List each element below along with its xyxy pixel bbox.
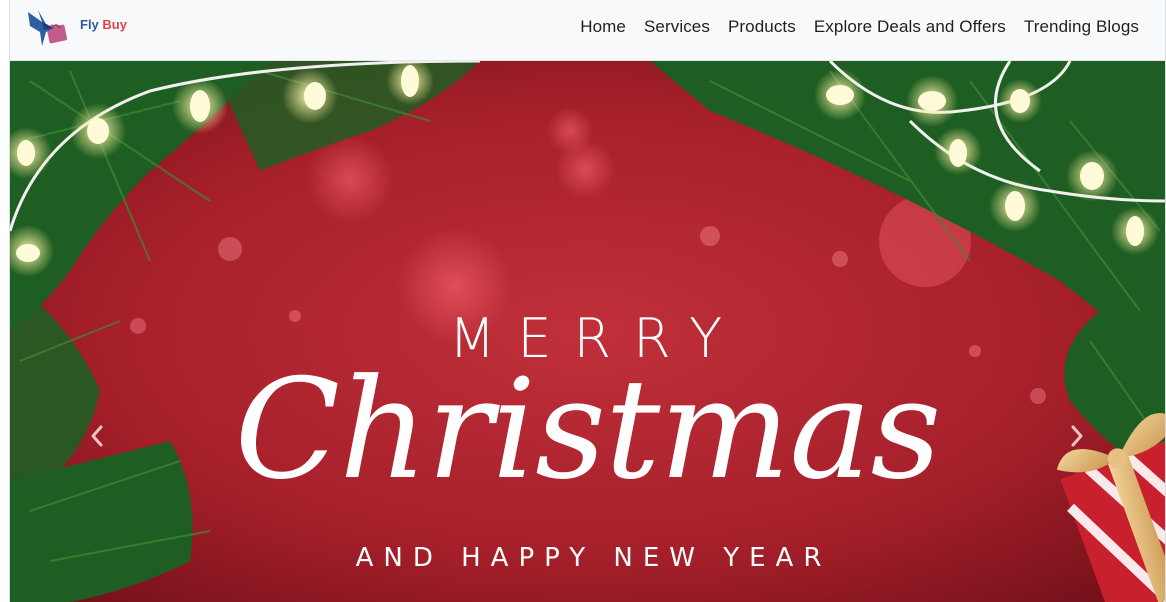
nav-link-home[interactable]: Home bbox=[580, 17, 626, 37]
brand-name-buy: Buy bbox=[102, 16, 127, 32]
nav-link-deals[interactable]: Explore Deals and Offers bbox=[814, 17, 1006, 37]
bird-logo-icon bbox=[28, 10, 68, 46]
brand-logo-link[interactable]: Fly Buy bbox=[24, 6, 127, 50]
nav-link-blogs[interactable]: Trending Blogs bbox=[1024, 17, 1139, 37]
main-nav: Home Services Products Explore Deals and… bbox=[580, 17, 1139, 37]
hero-carousel: MERRY Christmas AND HAPPY NEW YEAR bbox=[10, 61, 1165, 602]
hero-christmas-text: Christmas bbox=[234, 349, 942, 510]
carousel-next-button[interactable] bbox=[1062, 416, 1092, 456]
hero-new-year-text: AND HAPPY NEW YEAR bbox=[355, 543, 832, 573]
brand-name-fly: Fly bbox=[80, 16, 99, 32]
page-frame: Fly Buy Home Services Products Explore D… bbox=[9, 0, 1166, 602]
chevron-right-icon bbox=[1071, 425, 1083, 447]
nav-link-services[interactable]: Services bbox=[644, 17, 710, 37]
navbar: Fly Buy Home Services Products Explore D… bbox=[10, 0, 1165, 61]
carousel-prev-button[interactable] bbox=[82, 416, 112, 456]
chevron-left-icon bbox=[91, 425, 103, 447]
nav-link-products[interactable]: Products bbox=[728, 17, 796, 37]
